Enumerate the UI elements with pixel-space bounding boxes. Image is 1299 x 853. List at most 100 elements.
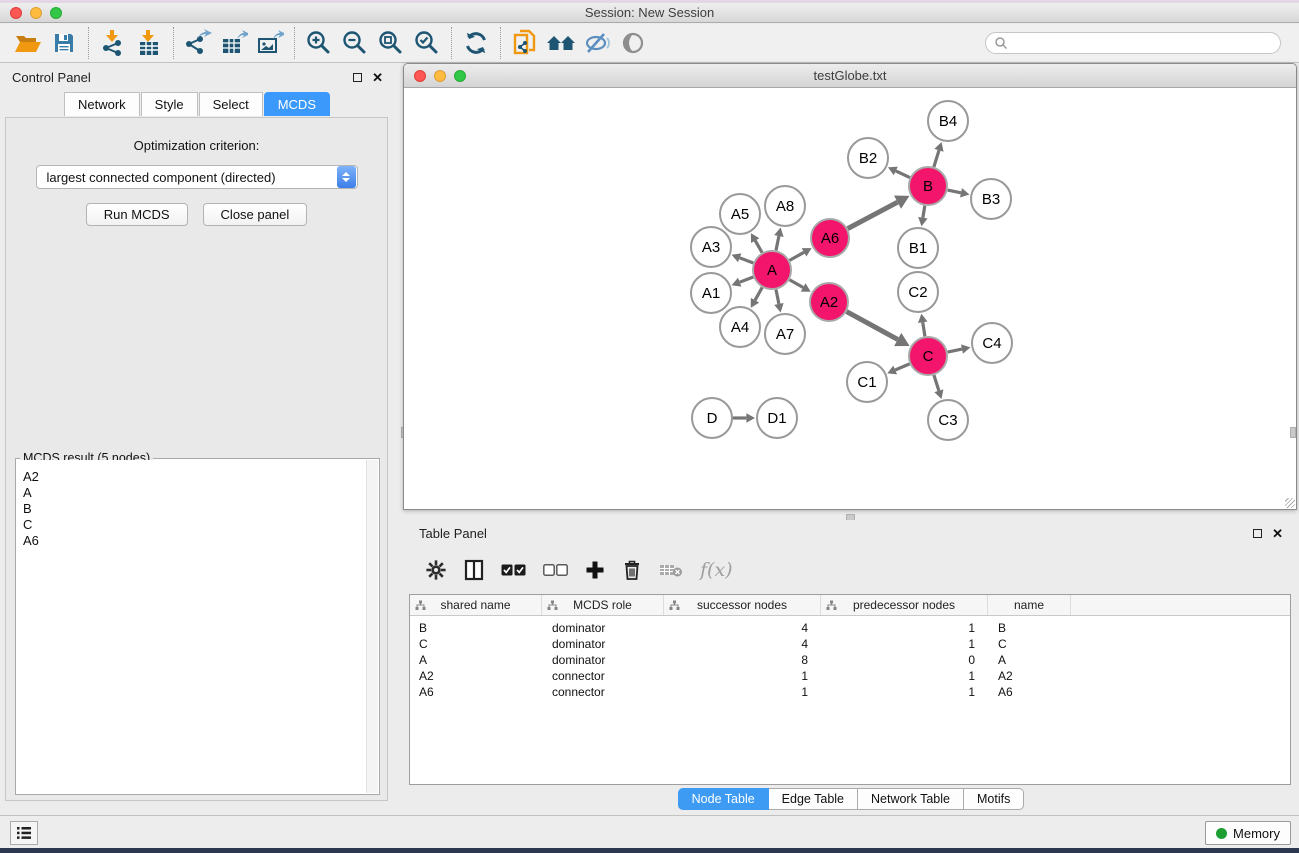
- graph-edge-arrowhead: [918, 314, 927, 323]
- graph-edge-B-B2[interactable]: [896, 171, 910, 178]
- graph-edge-C-C2[interactable]: [923, 322, 925, 336]
- export-image-button[interactable]: [252, 27, 288, 59]
- tab-mcds[interactable]: MCDS: [264, 92, 330, 116]
- column-header-successor-nodes[interactable]: successor nodes: [664, 595, 821, 615]
- zoom-selected-button[interactable]: [409, 27, 445, 59]
- table-row[interactable]: A6connector11A6: [410, 684, 1290, 700]
- mcds-result-item[interactable]: A: [17, 485, 378, 501]
- delete-column-button[interactable]: [622, 559, 642, 581]
- column-header-name[interactable]: name: [988, 595, 1071, 615]
- graph-edge-C-C4[interactable]: [948, 349, 962, 352]
- graph-edge-A2-C[interactable]: [847, 312, 898, 340]
- select-all-columns-button[interactable]: [501, 564, 526, 576]
- mcds-result-item[interactable]: A6: [17, 533, 378, 549]
- export-image-icon: [256, 29, 284, 57]
- table-row[interactable]: Cdominator41C: [410, 636, 1290, 652]
- mcds-result-list[interactable]: A2ABCA6: [17, 460, 378, 793]
- criterion-value: largest connected component (directed): [37, 170, 336, 185]
- birds-eye-view-button[interactable]: [615, 27, 651, 59]
- float-panel-icon[interactable]: [353, 73, 362, 82]
- graph-node-label: A5: [731, 206, 749, 223]
- toolbar-separator: [294, 27, 295, 59]
- column-header-predecessor-nodes[interactable]: predecessor nodes: [821, 595, 988, 615]
- graph-edge-A-A5[interactable]: [755, 241, 762, 253]
- column-header-shared-name[interactable]: shared name: [410, 595, 542, 615]
- export-table-button[interactable]: [216, 27, 252, 59]
- table-settings-button[interactable]: [425, 559, 447, 581]
- refresh-button[interactable]: [458, 27, 494, 59]
- graph-edge-arrowhead: [934, 389, 943, 399]
- close-table-panel-icon[interactable]: ✕: [1272, 527, 1283, 540]
- graph-edge-A-A1[interactable]: [740, 277, 754, 282]
- right-divider-grip[interactable]: [1290, 427, 1296, 438]
- float-table-panel-icon[interactable]: [1253, 529, 1262, 538]
- unselect-all-columns-button[interactable]: [543, 564, 568, 576]
- network-canvas[interactable]: AA1A2A3A4A5A6A7A8BB1B2B3B4CC1C2C3C4DD1: [405, 89, 1295, 508]
- duplicate-network-button[interactable]: [507, 27, 543, 59]
- memory-label: Memory: [1233, 826, 1280, 841]
- graph-edge-A-A8[interactable]: [776, 236, 779, 250]
- list-icon: [16, 826, 32, 840]
- save-session-button[interactable]: [46, 27, 82, 59]
- mcds-panel-content: Optimization criterion: largest connecte…: [5, 117, 388, 801]
- run-mcds-button[interactable]: Run MCDS: [86, 203, 188, 226]
- network-window-titlebar[interactable]: testGlobe.txt: [404, 64, 1296, 88]
- graph-node-label: D1: [767, 410, 786, 427]
- graph-edge-B-B1[interactable]: [923, 206, 925, 218]
- import-network-button[interactable]: [95, 27, 131, 59]
- tab-network-table[interactable]: Network Table: [858, 788, 964, 810]
- graph-edge-A-A6[interactable]: [790, 252, 805, 260]
- graphics-details-button[interactable]: [579, 27, 615, 59]
- tab-network[interactable]: Network: [64, 92, 140, 116]
- show-columns-button[interactable]: [464, 559, 484, 581]
- mcds-result-scrollbar[interactable]: [366, 460, 378, 793]
- task-history-button[interactable]: [10, 821, 38, 845]
- import-table-button[interactable]: [131, 27, 167, 59]
- zoom-in-button[interactable]: [301, 27, 337, 59]
- import-network-icon: [100, 29, 126, 57]
- column-header-mcds-role[interactable]: MCDS role: [542, 595, 664, 615]
- export-network-button[interactable]: [180, 27, 216, 59]
- graph-edge-A-A4[interactable]: [755, 287, 762, 300]
- import-table-icon: [136, 29, 162, 57]
- window-resize-grip[interactable]: [1285, 498, 1295, 508]
- graph-edge-C-C3[interactable]: [934, 375, 939, 391]
- tab-node-table[interactable]: Node Table: [678, 788, 769, 810]
- mcds-result-item[interactable]: A2: [17, 469, 378, 485]
- open-folder-icon: [14, 31, 42, 55]
- graph-edge-B-B3[interactable]: [948, 190, 961, 193]
- table-row[interactable]: A2connector11A2: [410, 668, 1290, 684]
- copy-network-icon: [511, 28, 539, 58]
- memory-button[interactable]: Memory: [1205, 821, 1291, 845]
- tab-style[interactable]: Style: [141, 92, 198, 116]
- unchecked-boxes-icon: [543, 564, 568, 576]
- table-row[interactable]: Adominator80A: [410, 652, 1290, 668]
- mcds-result-item[interactable]: B: [17, 501, 378, 517]
- zoom-out-button[interactable]: [337, 27, 373, 59]
- tab-motifs[interactable]: Motifs: [964, 788, 1024, 810]
- home-button[interactable]: [543, 27, 579, 59]
- app-titlebar[interactable]: Session: New Session: [0, 3, 1299, 23]
- tab-select[interactable]: Select: [199, 92, 263, 116]
- graph-edge-B-B4[interactable]: [934, 150, 939, 167]
- graph-edge-C-C1[interactable]: [895, 364, 909, 370]
- close-panel-button[interactable]: Close panel: [203, 203, 308, 226]
- tab-edge-table[interactable]: Edge Table: [769, 788, 858, 810]
- graph-edge-A-A2[interactable]: [789, 280, 803, 288]
- graph-edge-A6-B[interactable]: [848, 202, 898, 228]
- open-session-button[interactable]: [10, 27, 46, 59]
- search-field[interactable]: [985, 32, 1281, 54]
- search-input[interactable]: [1008, 36, 1272, 50]
- zoom-fit-button[interactable]: [373, 27, 409, 59]
- toolbar-separator: [451, 27, 452, 59]
- mcds-result-box: MCDS result (5 nodes) A2ABCA6: [15, 458, 380, 795]
- criterion-dropdown[interactable]: largest connected component (directed): [36, 165, 358, 189]
- mcds-result-item[interactable]: C: [17, 517, 378, 533]
- function-builder-button-disabled: f(x): [700, 559, 733, 581]
- graph-edge-A-A7[interactable]: [776, 290, 779, 304]
- table-row[interactable]: Bdominator41B: [410, 620, 1290, 636]
- create-column-button[interactable]: [585, 560, 605, 580]
- close-panel-icon[interactable]: ✕: [372, 71, 383, 84]
- node-table-header: shared name MCDS role: [410, 595, 1290, 616]
- graph-edge-A-A3[interactable]: [740, 258, 754, 263]
